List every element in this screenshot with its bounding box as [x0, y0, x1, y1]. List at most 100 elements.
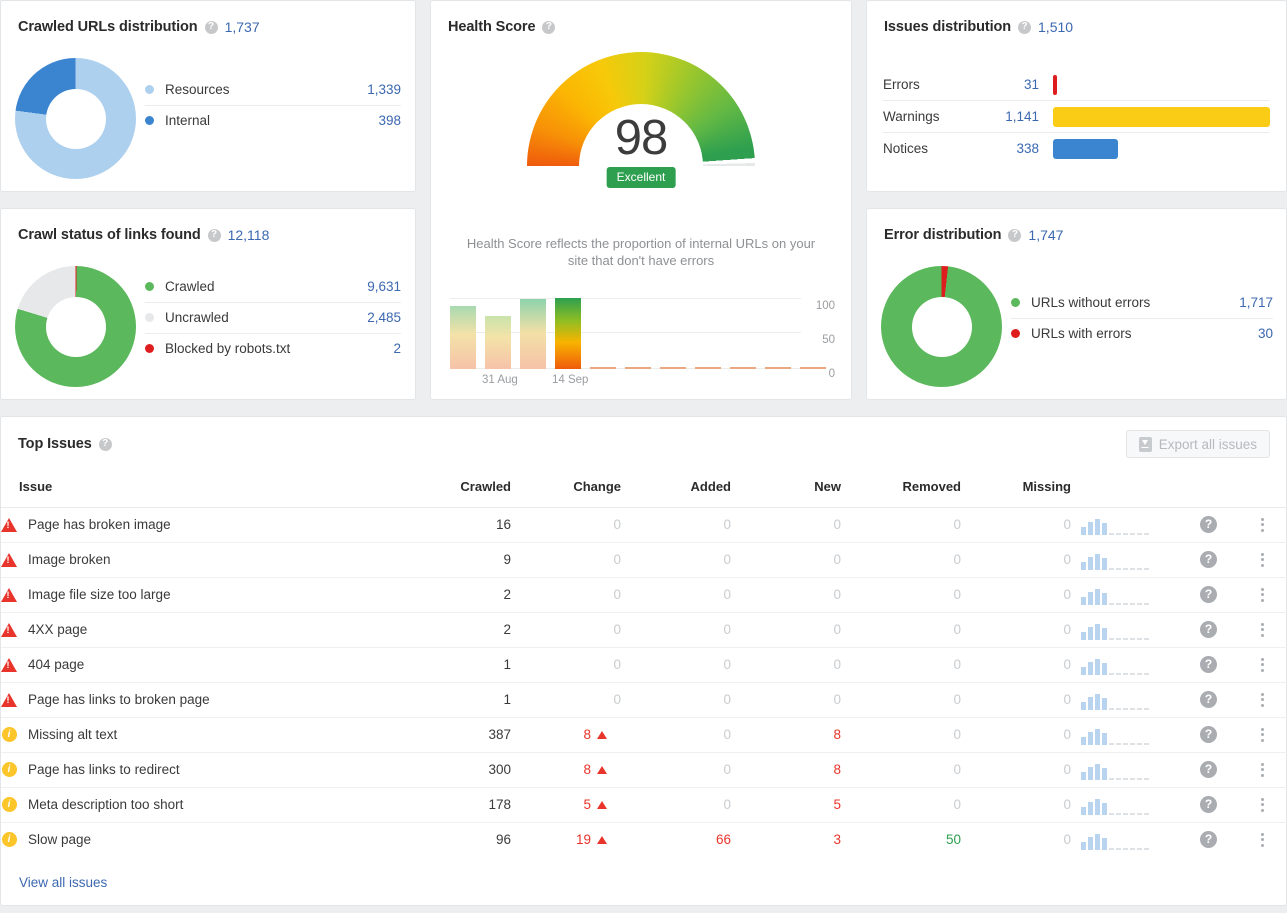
- value: 0: [613, 692, 621, 707]
- help-icon[interactable]: ?: [1200, 691, 1217, 708]
- cell-new: 3: [731, 822, 841, 857]
- help-icon[interactable]: ?: [1200, 516, 1217, 533]
- issue-name[interactable]: Image broken: [28, 552, 111, 567]
- cell-issue: i Slow page: [1, 822, 401, 857]
- more-options-icon[interactable]: [1260, 727, 1264, 742]
- help-icon[interactable]: ?: [1200, 586, 1217, 603]
- sparkline-bar: [1088, 521, 1093, 535]
- help-icon[interactable]: ?: [1018, 20, 1032, 34]
- value: 0: [613, 552, 621, 567]
- more-options-icon[interactable]: [1260, 692, 1264, 707]
- issue-name[interactable]: Page has broken image: [28, 517, 171, 532]
- more-options-icon[interactable]: [1260, 552, 1264, 567]
- column-header-added[interactable]: Added: [621, 471, 731, 507]
- column-header-missing[interactable]: Missing: [961, 471, 1071, 507]
- table-row[interactable]: i Missing alt text 387 8 0 8 0 0?: [1, 717, 1287, 753]
- history-bar[interactable]: [485, 316, 511, 369]
- view-all-issues-link[interactable]: View all issues: [19, 875, 107, 890]
- help-icon[interactable]: ?: [1200, 761, 1217, 778]
- issues-bar-track: [1053, 69, 1270, 100]
- history-bar[interactable]: [450, 306, 476, 369]
- issue-name[interactable]: Missing alt text: [28, 727, 117, 742]
- issue-name[interactable]: Page has links to broken page: [28, 692, 210, 707]
- issue-name[interactable]: Image file size too large: [28, 587, 171, 602]
- issues-bar-fill-warnings[interactable]: [1053, 106, 1270, 127]
- sparkline-bar: [1095, 833, 1100, 850]
- more-options-icon[interactable]: [1260, 657, 1264, 672]
- help-icon[interactable]: ?: [1200, 831, 1217, 849]
- issue-name[interactable]: 404 page: [28, 657, 84, 672]
- issue-name[interactable]: 4XX page: [28, 622, 87, 637]
- history-bar[interactable]: [625, 367, 651, 369]
- value: 0: [953, 517, 961, 532]
- table-row[interactable]: 404 page 1 0 0 0 0 0?: [1, 647, 1287, 683]
- sparkline-chart[interactable]: [1081, 655, 1149, 675]
- issues-bar-fill-errors[interactable]: [1053, 74, 1058, 95]
- cell-added: 0: [621, 577, 731, 613]
- sparkline-chart[interactable]: [1081, 620, 1149, 640]
- sparkline-chart[interactable]: [1081, 760, 1149, 780]
- sparkline-bar: [1088, 556, 1093, 570]
- history-bar[interactable]: [695, 367, 721, 369]
- help-icon[interactable]: ?: [542, 20, 556, 34]
- legend-label: Crawled: [165, 278, 215, 294]
- table-row[interactable]: Page has broken image 16 0 0 0 0 0?: [1, 507, 1287, 543]
- issue-name[interactable]: Meta description too short: [28, 797, 183, 812]
- help-icon[interactable]: ?: [1200, 796, 1217, 813]
- help-icon[interactable]: ?: [204, 20, 218, 34]
- issue-name[interactable]: Page has links to redirect: [28, 762, 180, 777]
- cell-sparkline: [1071, 822, 1181, 857]
- more-options-icon[interactable]: [1260, 622, 1264, 637]
- column-header-removed[interactable]: Removed: [841, 471, 961, 507]
- cell-issue: 404 page: [1, 647, 401, 683]
- history-bar[interactable]: [555, 298, 581, 369]
- column-header-issue[interactable]: Issue: [1, 471, 401, 507]
- history-bar[interactable]: [730, 367, 756, 369]
- sparkline-chart[interactable]: [1081, 830, 1149, 850]
- help-icon[interactable]: ?: [98, 437, 112, 451]
- column-header-change[interactable]: Change: [511, 471, 621, 507]
- more-options-icon[interactable]: [1260, 587, 1264, 602]
- sparkline-chart[interactable]: [1081, 725, 1149, 745]
- table-row[interactable]: Image file size too large 2 0 0 0 0 0?: [1, 577, 1287, 613]
- help-icon[interactable]: ?: [1008, 228, 1022, 242]
- column-header-new[interactable]: New: [731, 471, 841, 507]
- legend-label: Blocked by robots.txt: [165, 332, 351, 364]
- sparkline-chart[interactable]: [1081, 585, 1149, 605]
- help-icon[interactable]: ?: [207, 228, 221, 242]
- export-all-issues-button[interactable]: Export all issues: [1125, 430, 1270, 458]
- sparkline-chart[interactable]: [1081, 795, 1149, 815]
- issues-bar-fill-notices[interactable]: [1053, 138, 1119, 159]
- help-icon[interactable]: ?: [1200, 551, 1217, 568]
- more-options-icon[interactable]: [1260, 517, 1264, 532]
- warning-info-icon: i: [1, 832, 17, 848]
- more-options-icon[interactable]: [1260, 832, 1264, 847]
- legend-dot-cell: [145, 332, 165, 364]
- issue-name[interactable]: Slow page: [28, 832, 91, 847]
- more-options-icon[interactable]: [1260, 762, 1264, 777]
- column-header-crawled[interactable]: Crawled: [401, 471, 511, 507]
- history-bar[interactable]: [590, 367, 616, 369]
- table-row[interactable]: i Page has links to redirect 300 8 0 8 0 0?: [1, 752, 1287, 788]
- sparkline-chart[interactable]: [1081, 515, 1149, 535]
- value: 0: [613, 517, 621, 532]
- cell-added: 0: [621, 612, 731, 648]
- table-row[interactable]: Image broken 9 0 0 0 0 0?: [1, 542, 1287, 578]
- history-bar[interactable]: [800, 367, 826, 369]
- change-indicator: 19: [576, 832, 607, 847]
- table-row[interactable]: Page has links to broken page 1 0 0 0 0 0?: [1, 682, 1287, 718]
- help-icon[interactable]: ?: [1200, 726, 1217, 743]
- history-bar[interactable]: [520, 299, 546, 369]
- history-bar[interactable]: [660, 367, 686, 369]
- table-row[interactable]: i Slow page 96 19 66 3 50 0?: [1, 822, 1287, 857]
- value: 0: [953, 587, 961, 602]
- sparkline-chart[interactable]: [1081, 690, 1149, 710]
- help-icon[interactable]: ?: [1200, 621, 1217, 638]
- help-icon[interactable]: ?: [1200, 656, 1217, 673]
- table-row[interactable]: 4XX page 2 0 0 0 0 0?: [1, 612, 1287, 648]
- more-options-icon[interactable]: [1260, 797, 1264, 812]
- table-row[interactable]: i Meta description too short 178 5 0 5 0 0?: [1, 787, 1287, 823]
- history-bar[interactable]: [765, 367, 791, 369]
- sparkline-chart[interactable]: [1081, 550, 1149, 570]
- cell-actions: [1236, 612, 1287, 648]
